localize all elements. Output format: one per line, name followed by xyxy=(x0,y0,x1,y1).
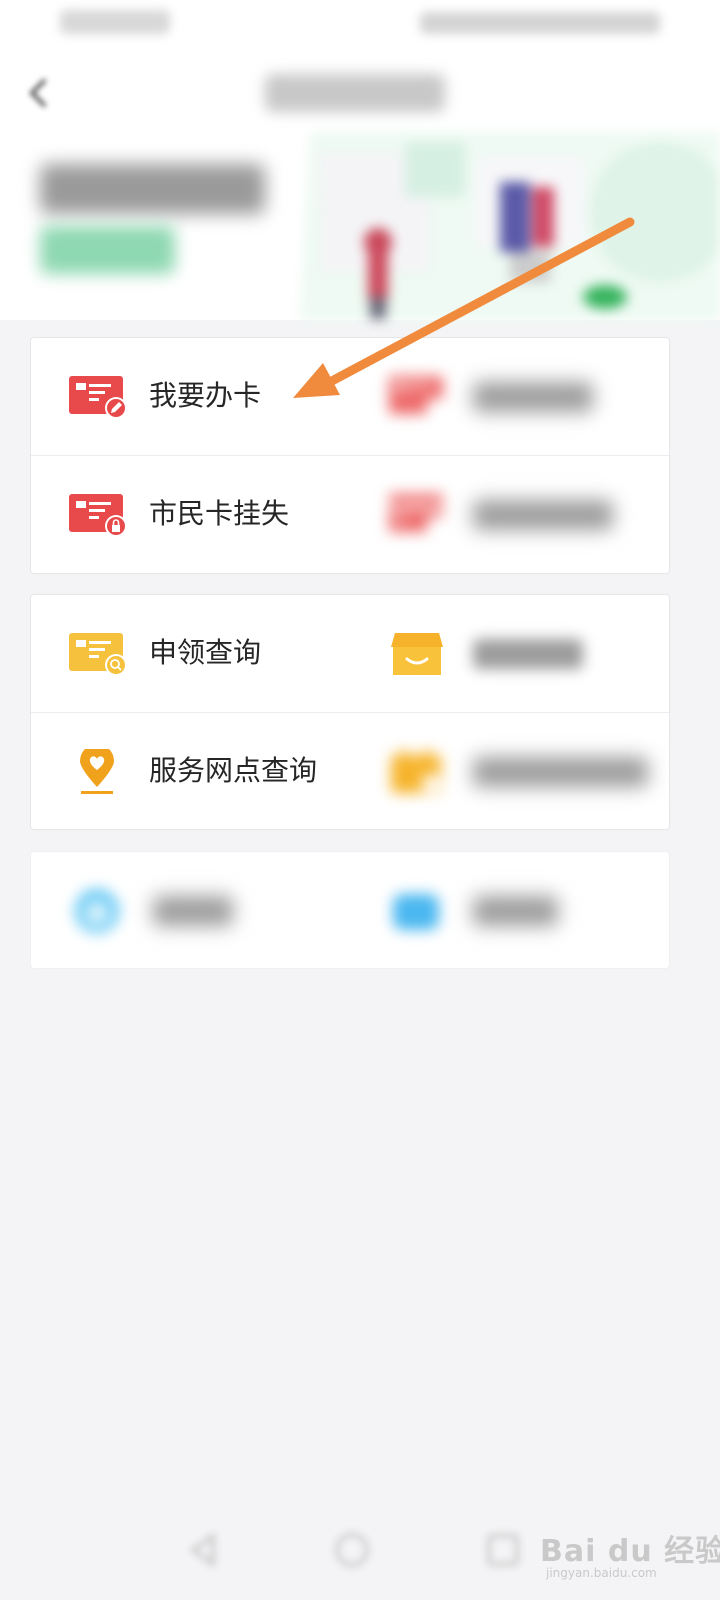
application-query-item[interactable]: 申领查询 xyxy=(31,595,351,713)
application-query-label: 申领查询 xyxy=(149,636,262,669)
location-pin-icon xyxy=(80,749,114,794)
blurred-label xyxy=(473,500,613,530)
merchant-item[interactable] xyxy=(351,595,671,713)
mail-icon xyxy=(393,894,439,930)
card-edit-icon xyxy=(69,376,127,419)
card-plus-icon xyxy=(389,376,446,418)
status-icons xyxy=(420,12,660,34)
menu-item-blurred[interactable] xyxy=(351,852,671,970)
card-lock-icon xyxy=(69,494,127,537)
blurred-label xyxy=(473,382,593,412)
card-group-3 xyxy=(30,851,670,969)
menu-item-blurred[interactable] xyxy=(351,338,671,456)
store-icon xyxy=(391,633,443,675)
watermark-brand: Bai du 经验 xyxy=(540,1534,720,1569)
nav-bar xyxy=(0,52,720,132)
recents-icon[interactable] xyxy=(483,1530,523,1570)
menu-row: 市民卡挂失 xyxy=(31,456,671,574)
card-search-icon xyxy=(389,494,446,536)
screen: 我要办卡 市民卡挂失 申领查询 服务网点查询 Bai du 经验 jingyan… xyxy=(0,0,720,1600)
home-icon[interactable] xyxy=(332,1530,372,1570)
status-bar xyxy=(0,0,720,52)
menu-row: 服务网点查询 xyxy=(31,713,671,831)
watermark-url: jingyan.baidu.com xyxy=(546,1566,657,1580)
card-group-1: 我要办卡 市民卡挂失 xyxy=(30,337,671,574)
menu-item-blurred[interactable] xyxy=(31,852,351,970)
baidu-jingyan-watermark: Bai du 经验 jingyan.baidu.com xyxy=(540,1522,720,1592)
menu-item-blurred[interactable] xyxy=(351,713,671,831)
banner-illustration xyxy=(300,132,720,320)
back-arrow-icon[interactable] xyxy=(26,78,50,108)
blurred-label xyxy=(153,896,233,926)
blurred-label xyxy=(473,896,558,926)
status-signal xyxy=(60,10,170,34)
blurred-label xyxy=(473,757,648,787)
apply-card-item[interactable]: 我要办卡 xyxy=(31,338,351,456)
card-search-icon xyxy=(69,633,127,676)
apply-card-label: 我要办卡 xyxy=(149,379,262,412)
service-outlet-query-label: 服务网点查询 xyxy=(149,754,318,787)
service-outlet-query-item[interactable]: 服务网点查询 xyxy=(31,713,351,831)
menu-row: 申领查询 xyxy=(31,595,671,713)
customer-service-icon xyxy=(75,889,119,933)
hero-banner xyxy=(0,132,720,320)
report-loss-label: 市民卡挂失 xyxy=(149,497,290,530)
menu-row: 我要办卡 xyxy=(31,338,671,456)
banner-heading xyxy=(40,164,265,214)
banner-subheading xyxy=(40,226,175,274)
page-title xyxy=(265,74,445,112)
card-group-2: 申领查询 服务网点查询 xyxy=(30,594,671,831)
menu-row xyxy=(31,852,671,970)
back-icon[interactable] xyxy=(183,1530,223,1570)
menu-item-blurred[interactable] xyxy=(351,456,671,574)
report-loss-item[interactable]: 市民卡挂失 xyxy=(31,456,351,574)
blurred-label xyxy=(473,639,583,669)
calendar-icon xyxy=(391,749,441,793)
